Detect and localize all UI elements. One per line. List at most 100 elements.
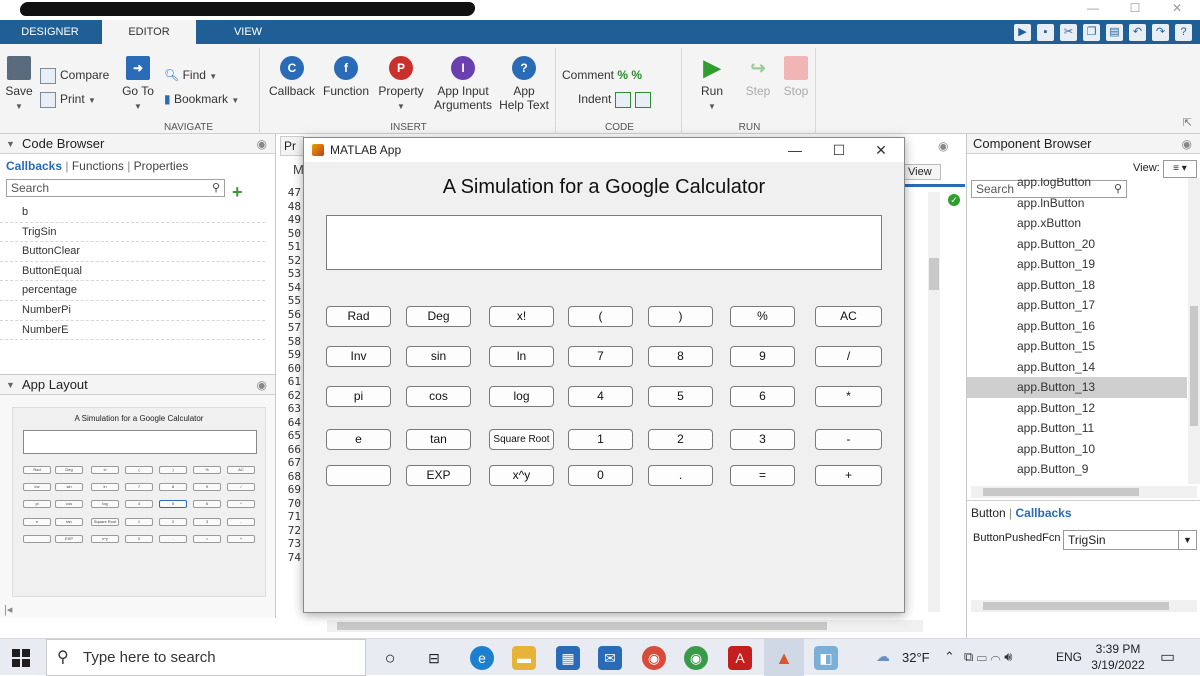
notification-icon[interactable]: ▭: [1160, 647, 1175, 667]
tab-button-properties[interactable]: Button: [971, 506, 1006, 520]
tray-icons[interactable]: ⧉ ▭ ⌒ 🔊︎: [964, 649, 1012, 665]
scroll-thumb[interactable]: [1190, 306, 1198, 426]
panel-options-icon[interactable]: ◉: [1182, 134, 1192, 154]
panel-options-icon[interactable]: ◉: [257, 375, 267, 395]
language-indicator[interactable]: ENG: [1056, 650, 1082, 664]
edge-icon[interactable]: e: [470, 646, 494, 670]
function-button[interactable]: f Function: [322, 56, 370, 98]
calc-key-button[interactable]: AC: [815, 306, 882, 327]
maximize-icon[interactable]: ☐: [1120, 0, 1150, 18]
calc-key-button[interactable]: 9: [730, 346, 795, 367]
tab-properties[interactable]: Properties: [134, 159, 189, 173]
app-icon[interactable]: ◧: [814, 646, 838, 670]
scroll-thumb[interactable]: [929, 258, 939, 290]
list-item[interactable]: NumberE: [0, 321, 265, 341]
component-tree-item[interactable]: app.Button_9: [967, 459, 1187, 480]
calc-key-button[interactable]: x!: [489, 306, 554, 327]
app-maximize-icon[interactable]: ☐: [824, 140, 854, 160]
stop-button[interactable]: Stop: [778, 56, 814, 98]
weather-temp[interactable]: 32°F: [902, 650, 930, 665]
minimize-icon[interactable]: —: [1078, 0, 1108, 18]
component-horizontal-scrollbar[interactable]: [971, 486, 1197, 498]
view-dropdown[interactable]: ≡ ▾: [1163, 160, 1197, 178]
list-item[interactable]: ButtonEqual: [0, 262, 265, 282]
list-item[interactable]: b: [0, 203, 265, 223]
component-tree-item[interactable]: app.Button_12: [967, 398, 1187, 419]
calc-key-button[interactable]: *: [815, 386, 882, 407]
calc-key-button[interactable]: .: [648, 465, 713, 486]
calc-key-button[interactable]: 5: [648, 386, 713, 407]
app-layout-preview[interactable]: A Simulation for a Google Calculator Rad…: [12, 407, 266, 597]
tray-arrow-icon[interactable]: ⌃: [944, 649, 955, 665]
close-icon[interactable]: ✕: [1162, 0, 1192, 18]
hscroll-thumb[interactable]: [983, 488, 1139, 496]
component-tree-item[interactable]: app.Button_14: [967, 357, 1187, 378]
taskbar-search-box[interactable]: ⚲ Type here to search: [46, 639, 366, 676]
file-explorer-icon[interactable]: ▬: [512, 646, 536, 670]
list-item[interactable]: percentage: [0, 281, 265, 301]
tab-view[interactable]: VIEW: [198, 20, 298, 44]
component-tree-item[interactable]: app.Button_20: [967, 234, 1187, 255]
hscroll-thumb[interactable]: [337, 622, 827, 630]
cut-icon[interactable]: ✂: [1060, 23, 1077, 41]
indent-button[interactable]: Indent: [578, 92, 655, 108]
run-button[interactable]: ▶ Run ▼: [692, 56, 732, 114]
component-vertical-scrollbar[interactable]: [1188, 178, 1200, 484]
find-button[interactable]: 🔍︎ Find ▼: [164, 68, 217, 84]
component-tree-item[interactable]: app.Button_15: [967, 336, 1187, 357]
calc-key-button[interactable]: (: [568, 306, 633, 327]
component-tree-item[interactable]: app.Button_11: [967, 418, 1187, 439]
calc-key-button[interactable]: 2: [648, 429, 713, 450]
windows-start-icon[interactable]: [12, 649, 30, 667]
calc-key-button[interactable]: cos: [406, 386, 471, 407]
save-icon[interactable]: ▪: [1037, 23, 1054, 41]
calc-key-button[interactable]: +: [815, 465, 882, 486]
calc-key-button[interactable]: e: [326, 429, 391, 450]
tab-editor[interactable]: EDITOR: [102, 20, 196, 44]
panel-options-icon[interactable]: ◉: [257, 134, 267, 154]
editor-options-icon[interactable]: ◉: [938, 139, 948, 153]
calc-key-button[interactable]: EXP: [406, 465, 471, 486]
calc-key-button[interactable]: 4: [568, 386, 633, 407]
bookmark-button[interactable]: ▮ Bookmark ▼: [164, 92, 239, 108]
calc-key-button[interactable]: Deg: [406, 306, 471, 327]
calc-key-button[interactable]: ln: [489, 346, 554, 367]
goto-button[interactable]: ➜ Go To ▼: [120, 56, 156, 114]
tab-designer[interactable]: DESIGNER: [0, 20, 100, 44]
property-value-dropdown[interactable]: TrigSin ▼: [1063, 530, 1197, 550]
tab-callbacks[interactable]: Callbacks: [6, 159, 62, 173]
add-callback-icon[interactable]: +: [232, 182, 243, 203]
list-item[interactable]: ButtonClear: [0, 242, 265, 262]
chrome-profile-icon[interactable]: ◉: [684, 646, 708, 670]
mail-icon[interactable]: ✉: [598, 646, 622, 670]
calc-key-button[interactable]: x^y: [489, 465, 554, 486]
calc-key-button[interactable]: 0: [568, 465, 633, 486]
store-icon[interactable]: ▦: [556, 646, 580, 670]
property-button[interactable]: P Property ▼: [376, 56, 426, 114]
calc-key-button[interactable]: Rad: [326, 306, 391, 327]
task-view-icon[interactable]: ⊟: [422, 646, 446, 670]
app-minimize-icon[interactable]: —: [780, 140, 810, 160]
component-tree-item[interactable]: app.xButton: [967, 213, 1187, 234]
redo-icon[interactable]: ↷: [1152, 23, 1169, 41]
save-button[interactable]: Save ▼: [4, 56, 34, 114]
print-button[interactable]: Print ▼: [40, 92, 96, 108]
editor-horizontal-scrollbar[interactable]: [327, 620, 923, 632]
clock-time[interactable]: 3:39 PM: [1092, 642, 1144, 656]
component-tree-item[interactable]: app.Button_19: [967, 254, 1187, 275]
inspector-scrollbar[interactable]: [971, 600, 1197, 612]
help-icon[interactable]: ?: [1175, 23, 1192, 41]
calc-key-button[interactable]: pi: [326, 386, 391, 407]
first-page-icon[interactable]: |◂: [4, 603, 12, 616]
chrome-icon[interactable]: ◉: [642, 646, 666, 670]
code-browser-search[interactable]: Search ⚲: [6, 179, 225, 197]
acrobat-icon[interactable]: A: [728, 646, 752, 670]
app-help-text-button[interactable]: ? App Help Text: [498, 56, 550, 112]
calc-key-button[interactable]: 1: [568, 429, 633, 450]
component-tree-item[interactable]: app.Button_18: [967, 275, 1187, 296]
app-input-arguments-button[interactable]: I App Input Arguments: [432, 56, 494, 112]
component-tree-item[interactable]: app.lnButton: [967, 193, 1187, 214]
calc-key-button[interactable]: log: [489, 386, 554, 407]
component-tree-item[interactable]: app.logButton: [967, 178, 1187, 193]
calc-key-button[interactable]: [326, 465, 391, 486]
